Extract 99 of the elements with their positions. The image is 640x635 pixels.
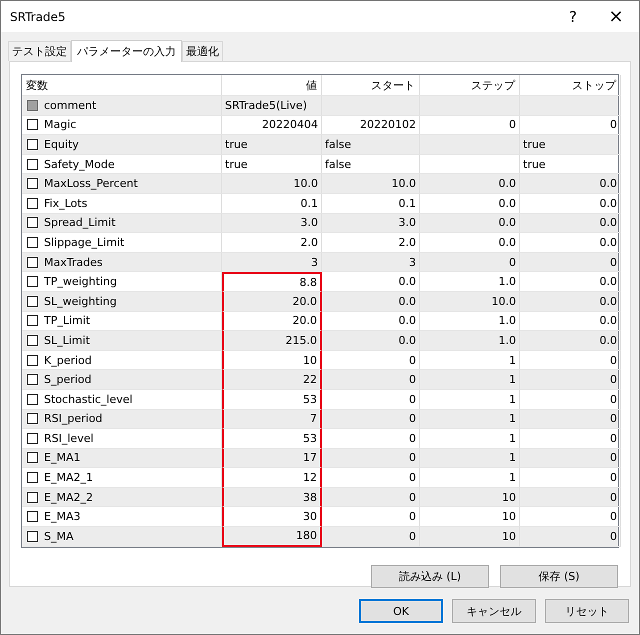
parameter-name: Safety_Mode	[44, 158, 115, 171]
parameter-name: Slippage_Limit	[44, 236, 124, 249]
table-cell[interactable]: 1.0	[420, 331, 520, 351]
table-cell[interactable]: 3.0	[322, 214, 420, 234]
parameter-name: Stochastic_level	[44, 392, 133, 406]
table-cell[interactable]: 0	[322, 370, 420, 390]
value-cell[interactable]: 215.0	[222, 331, 322, 351]
parameter-name: comment	[44, 98, 96, 112]
window-title: SRTrade5	[9, 10, 67, 24]
table-cell[interactable]: 0	[520, 410, 621, 430]
parameter-name: Fix_Lots	[44, 196, 88, 210]
table-cell[interactable]: 0	[420, 252, 520, 272]
dialog-button[interactable]: OK	[359, 599, 443, 623]
value-cell[interactable]: 3.0	[222, 214, 322, 234]
table-cell[interactable]: 0.0	[520, 331, 621, 351]
table-cell[interactable]: 0	[322, 488, 420, 508]
checkbox[interactable]	[27, 236, 38, 248]
value-cell[interactable]: 22	[222, 370, 322, 390]
parameter-name: K_period	[44, 354, 92, 367]
table-cell[interactable]: 10	[420, 488, 520, 508]
table-cell[interactable]: 3	[322, 252, 420, 272]
table-cell[interactable]: 0	[322, 410, 420, 430]
table-cell[interactable]: 0	[520, 252, 621, 272]
checkbox[interactable]	[27, 354, 38, 366]
table-cell[interactable]: 0.0	[520, 214, 621, 234]
checkbox[interactable]	[27, 276, 38, 288]
value-cell[interactable]: true	[222, 135, 322, 155]
file-button[interactable]: 読み込み (L)	[371, 564, 489, 588]
tab[interactable]: 最適化	[182, 41, 223, 61]
dialog-button[interactable]: リセット	[545, 599, 629, 623]
tab[interactable]: テスト設定	[8, 41, 71, 61]
tab[interactable]: パラメーターの入力	[71, 40, 182, 62]
parameter-name: S_period	[44, 373, 92, 386]
checkbox[interactable]	[27, 472, 38, 484]
table-cell[interactable]: 1	[420, 410, 520, 430]
checkbox[interactable]	[27, 198, 38, 209]
table-cell[interactable]: 0	[520, 488, 621, 508]
checkbox[interactable]	[27, 178, 38, 190]
table-cell[interactable]: 1	[420, 370, 520, 390]
help-button[interactable]: ?	[553, 8, 593, 26]
value-cell[interactable]: 17	[222, 448, 322, 468]
checkbox[interactable]	[27, 413, 38, 424]
table-cell[interactable]: false	[322, 135, 420, 155]
checkbox[interactable]	[27, 530, 38, 542]
table-cell[interactable]: 0.0	[420, 214, 520, 234]
value-cell[interactable]: 180	[222, 527, 322, 547]
table-cell[interactable]: 0	[322, 527, 420, 547]
table-cell[interactable]: 0.0	[322, 331, 420, 351]
checkbox[interactable]	[27, 334, 38, 346]
table-cell[interactable]: 10.0	[420, 292, 520, 312]
table-cell[interactable]: 1	[420, 448, 520, 468]
table-cell[interactable]: 0	[520, 370, 621, 390]
parameter-name: RSI_level	[44, 432, 94, 445]
checkbox[interactable]	[27, 158, 38, 170]
value-cell[interactable]: 38	[222, 488, 322, 508]
table-cell[interactable]: 0	[520, 527, 621, 547]
table-cell[interactable]: 0	[520, 448, 621, 468]
checkbox[interactable]	[27, 256, 38, 268]
checkbox[interactable]	[27, 432, 38, 444]
parameter-name: E_MA2_2	[44, 490, 93, 504]
parameter-name: S_MA	[44, 530, 74, 543]
table-cell[interactable]: 10.0	[322, 174, 420, 194]
value-cell[interactable]: 20.0	[222, 292, 322, 312]
checkbox[interactable]	[27, 374, 38, 386]
value-cell[interactable]: 7	[222, 410, 322, 430]
parameter-name: E_MA2_1	[44, 471, 93, 484]
parameter-name: MaxLoss_Percent	[44, 177, 138, 190]
parameter-name: E_MA1	[44, 451, 80, 464]
parameter-name: Magic	[44, 118, 76, 132]
checkbox[interactable]	[27, 492, 38, 503]
checkbox[interactable]	[27, 138, 38, 150]
parameter-name: RSI_period	[44, 412, 102, 426]
checkbox[interactable]	[27, 296, 38, 307]
value-cell[interactable]: 3	[222, 252, 322, 272]
value-cell[interactable]: 10.0	[222, 174, 322, 194]
file-button[interactable]: 保存 (S)	[500, 564, 618, 588]
checkbox[interactable]	[27, 217, 38, 228]
parameter-name: MaxTrades	[44, 256, 103, 269]
table-cell[interactable]: 0.0	[520, 174, 621, 194]
checkbox[interactable]	[27, 119, 38, 130]
close-button[interactable]: ×	[593, 6, 639, 27]
checkbox[interactable]	[27, 511, 38, 522]
parameter-name: SL_Limit	[44, 334, 90, 347]
table-cell[interactable]: 0	[322, 448, 420, 468]
table-cell[interactable]: 0.0	[520, 292, 621, 312]
parameter-name: E_MA3	[44, 510, 80, 524]
parameter-name: Spread_Limit	[44, 216, 116, 230]
table-cell[interactable]: true	[520, 135, 621, 155]
parameter-name: Equity	[44, 138, 79, 151]
parameter-name: TP_weighting	[44, 275, 117, 288]
parameter-name: SL_weighting	[44, 294, 117, 308]
dialog-button[interactable]: キャンセル	[452, 599, 536, 623]
checkbox[interactable]	[27, 315, 38, 326]
parameter-name: TP_Limit	[44, 314, 90, 328]
table-cell[interactable]: 0.0	[322, 292, 420, 312]
checkbox[interactable]	[27, 452, 38, 464]
table-cell[interactable]: 10	[420, 527, 520, 547]
checkbox[interactable]	[27, 394, 38, 405]
table-cell[interactable]: 0.0	[420, 174, 520, 194]
